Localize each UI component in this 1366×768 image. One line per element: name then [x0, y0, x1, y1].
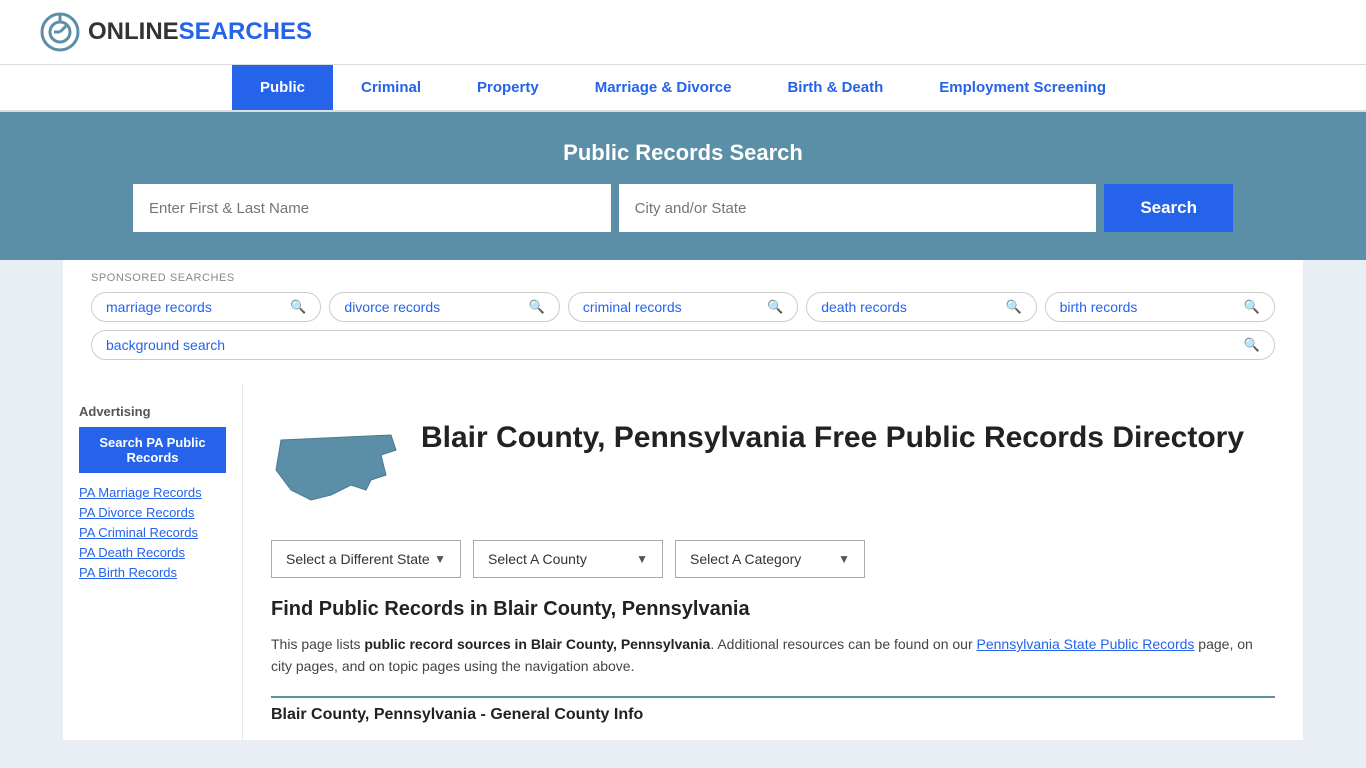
- pill-marriage-records[interactable]: marriage records 🔍: [91, 292, 321, 322]
- sidebar-link-death[interactable]: PA Death Records: [79, 545, 226, 560]
- search-icon-1: 🔍: [290, 299, 306, 315]
- state-records-link[interactable]: Pennsylvania State Public Records: [977, 636, 1195, 652]
- pill-criminal-records[interactable]: criminal records 🔍: [568, 292, 798, 322]
- search-icon-6: 🔍: [1244, 337, 1260, 353]
- sidebar: Advertising Search PA Public Records PA …: [63, 384, 243, 740]
- search-icon-3: 🔍: [767, 299, 783, 315]
- main-content: Blair County, Pennsylvania Free Public R…: [243, 384, 1303, 740]
- page-header: Blair County, Pennsylvania Free Public R…: [271, 420, 1275, 520]
- nav-criminal[interactable]: Criminal: [333, 65, 449, 110]
- nav-birth-death[interactable]: Birth & Death: [759, 65, 911, 110]
- pill-divorce-records[interactable]: divorce records 🔍: [329, 292, 559, 322]
- sidebar-link-marriage[interactable]: PA Marriage Records: [79, 485, 226, 500]
- search-icon-4: 🔍: [1005, 299, 1021, 315]
- main-nav: Public Criminal Property Marriage & Divo…: [0, 65, 1366, 112]
- sponsored-pills: marriage records 🔍 divorce records 🔍 cri…: [91, 292, 1275, 360]
- nav-property[interactable]: Property: [449, 65, 567, 110]
- logo-text: ONLINESEARCHES: [88, 18, 312, 46]
- sidebar-link-birth[interactable]: PA Birth Records: [79, 565, 226, 580]
- pill-background-search[interactable]: background search 🔍: [91, 330, 1275, 360]
- search-icon-2: 🔍: [529, 299, 545, 315]
- page-title: Blair County, Pennsylvania Free Public R…: [421, 420, 1244, 456]
- nav-public[interactable]: Public: [232, 65, 333, 110]
- sidebar-ad-label: Advertising: [79, 404, 226, 419]
- main-wrapper: Advertising Search PA Public Records PA …: [63, 384, 1303, 740]
- dropdowns: Select a Different State ▼ Select A Coun…: [271, 540, 1275, 578]
- logo: ONLINESEARCHES: [40, 12, 312, 52]
- search-bar: Search: [133, 184, 1233, 232]
- sidebar-link-criminal[interactable]: PA Criminal Records: [79, 525, 226, 540]
- category-dropdown[interactable]: Select A Category ▼: [675, 540, 865, 578]
- find-title: Find Public Records in Blair County, Pen…: [271, 598, 1275, 621]
- location-input[interactable]: [619, 184, 1097, 232]
- find-desc: This page lists public record sources in…: [271, 633, 1275, 678]
- state-dropdown[interactable]: Select a Different State ▼: [271, 540, 461, 578]
- hero-title: Public Records Search: [40, 140, 1326, 166]
- name-input[interactable]: [133, 184, 611, 232]
- search-button[interactable]: Search: [1104, 184, 1233, 232]
- county-dropdown-arrow: ▼: [636, 552, 648, 566]
- section-heading: Blair County, Pennsylvania - General Cou…: [271, 696, 1275, 724]
- sponsored-label: SPONSORED SEARCHES: [91, 272, 1275, 284]
- state-dropdown-arrow: ▼: [434, 552, 446, 566]
- nav-employment[interactable]: Employment Screening: [911, 65, 1134, 110]
- sidebar-ad-button[interactable]: Search PA Public Records: [79, 427, 226, 473]
- hero-section: Public Records Search Search: [0, 112, 1366, 260]
- logo-icon: [40, 12, 80, 52]
- pill-birth-records[interactable]: birth records 🔍: [1045, 292, 1275, 322]
- nav-marriage-divorce[interactable]: Marriage & Divorce: [567, 65, 760, 110]
- category-dropdown-arrow: ▼: [838, 552, 850, 566]
- county-dropdown[interactable]: Select A County ▼: [473, 540, 663, 578]
- pill-death-records[interactable]: death records 🔍: [806, 292, 1036, 322]
- sidebar-link-divorce[interactable]: PA Divorce Records: [79, 505, 226, 520]
- search-icon-5: 🔍: [1244, 299, 1260, 315]
- state-map-icon: [271, 420, 401, 520]
